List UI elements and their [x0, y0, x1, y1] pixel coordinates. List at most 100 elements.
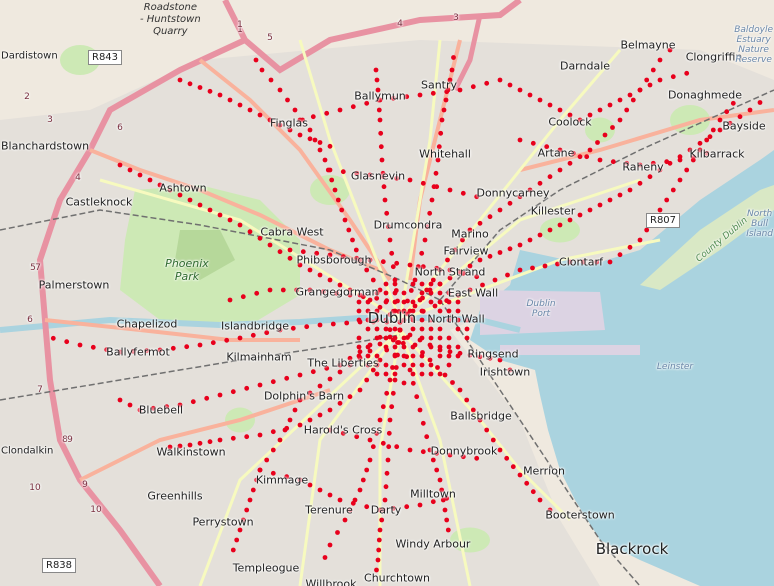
map-canvas[interactable]: Ballymun Santry Darndale Belmayne Clongriffi… — [0, 0, 774, 586]
place-label: Clontarf — [559, 255, 603, 269]
road-shield: R838 — [42, 558, 77, 573]
place-label: Donnybrook — [430, 444, 498, 458]
transit-stop — [356, 344, 362, 350]
transit-stop — [392, 377, 398, 383]
transit-stop — [428, 326, 434, 332]
transit-stop — [250, 487, 256, 493]
transit-stop — [356, 317, 362, 323]
transit-stop — [392, 344, 398, 350]
transit-stop — [630, 97, 636, 103]
transit-stop — [244, 507, 250, 513]
transit-stop — [408, 288, 414, 293]
transit-stop — [64, 339, 70, 345]
transit-stop — [382, 197, 388, 203]
water-label: North Bull Island — [746, 209, 773, 239]
transit-stop — [446, 344, 452, 350]
transit-stop — [657, 77, 663, 83]
transit-stop — [401, 299, 407, 305]
junction-number: 3 — [47, 115, 53, 125]
transit-stop — [247, 497, 253, 503]
transit-stop — [464, 335, 470, 341]
transit-stop — [644, 227, 650, 233]
transit-stop — [364, 377, 370, 383]
transit-stop — [364, 267, 370, 273]
transit-stop — [517, 472, 523, 478]
transit-stop — [517, 137, 523, 143]
transit-stop — [446, 353, 452, 359]
transit-stop — [464, 397, 470, 403]
road-shield: R807 — [646, 213, 681, 228]
transit-stop — [557, 107, 563, 113]
transit-stop — [384, 470, 390, 476]
transit-stop — [647, 174, 653, 180]
transit-stop — [435, 365, 440, 370]
transit-stop — [317, 272, 323, 278]
transit-stop — [244, 385, 250, 391]
transit-stop — [259, 67, 265, 73]
transit-stop — [527, 92, 533, 98]
place-label: Cabra West — [260, 225, 324, 239]
transit-stop — [344, 320, 350, 326]
transit-stop — [747, 107, 753, 113]
transit-stop — [327, 277, 333, 283]
transit-stop — [77, 342, 83, 348]
transit-stop — [437, 299, 443, 305]
transit-stop — [337, 107, 343, 113]
transit-stop — [684, 167, 690, 173]
transit-stop — [438, 130, 444, 136]
transit-stop — [317, 383, 323, 389]
place-label: Merrion — [523, 464, 565, 478]
place-label: North Strand — [414, 265, 486, 279]
transit-stop — [507, 200, 513, 206]
place-label: Kimmage — [255, 473, 309, 487]
transit-stop — [364, 467, 370, 473]
transit-stop — [627, 187, 633, 193]
transit-stop — [537, 97, 543, 103]
place-label: Milltown — [410, 487, 456, 501]
transit-stop — [357, 349, 363, 355]
transit-stop — [292, 407, 298, 413]
transit-stop — [379, 517, 385, 523]
transit-stop — [370, 444, 376, 450]
transit-stop — [374, 77, 380, 83]
road-shield: R843 — [88, 50, 123, 65]
transit-stop — [647, 82, 653, 88]
transit-stop — [650, 67, 656, 73]
transit-stop — [264, 457, 270, 463]
transit-stop — [447, 187, 453, 193]
transit-stop — [507, 82, 513, 88]
transit-stop — [310, 369, 316, 375]
transit-stop — [422, 237, 428, 243]
transit-stop — [497, 250, 503, 255]
transit-stop — [417, 92, 423, 98]
transit-stop — [250, 332, 256, 338]
transit-stop — [330, 321, 336, 327]
transit-stop — [434, 467, 440, 473]
transit-stop — [234, 537, 240, 543]
transit-stop — [497, 447, 503, 453]
transit-stop — [376, 537, 382, 543]
transit-stop — [684, 70, 690, 76]
transit-stop — [197, 85, 203, 90]
transit-stop — [510, 464, 516, 470]
place-label: North Wall — [427, 312, 485, 326]
park-label: Phoenix Park — [165, 257, 209, 283]
transit-stop — [497, 207, 503, 213]
transit-stop — [317, 487, 323, 493]
transit-stop — [392, 335, 398, 341]
junction-number: 2 — [24, 92, 30, 102]
transit-stop — [282, 427, 288, 433]
transit-stop — [417, 502, 423, 508]
transit-stop — [386, 430, 392, 436]
transit-stop — [442, 507, 448, 513]
transit-stop — [437, 335, 443, 341]
transit-stop — [677, 157, 683, 163]
transit-stop — [217, 392, 223, 398]
transit-stop — [375, 557, 381, 563]
transit-stop — [270, 379, 276, 385]
transit-stop — [381, 184, 387, 190]
place-label: Dolphin's Barn — [263, 389, 345, 403]
transit-stop — [637, 87, 643, 93]
transit-stop — [197, 202, 203, 208]
transit-stop — [350, 237, 355, 243]
